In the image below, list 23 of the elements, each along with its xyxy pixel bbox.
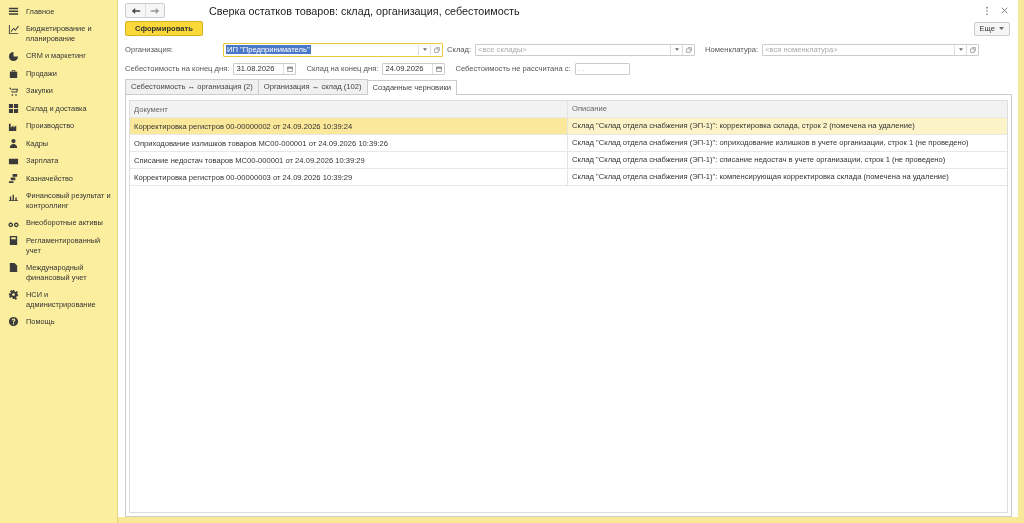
pie-chart-icon (8, 50, 19, 62)
more-options-icon[interactable] (985, 5, 989, 16)
dropdown-icon[interactable] (674, 48, 679, 51)
window-title: Сверка остатков товаров: склад, организация, себестоимость (209, 4, 521, 17)
cart-icon (8, 85, 19, 97)
open-window-icon[interactable] (969, 46, 976, 53)
calendar-icon[interactable] (286, 65, 293, 72)
document-icon (8, 262, 19, 273)
calendar-icon[interactable] (435, 65, 442, 72)
menu-icon (8, 6, 19, 17)
bag-icon (8, 68, 19, 79)
help-icon (8, 316, 19, 327)
person-icon (8, 138, 19, 149)
caret-icon (999, 27, 1004, 30)
open-window-icon[interactable] (685, 46, 692, 53)
close-icon[interactable] (1001, 7, 1008, 14)
dropdown-icon[interactable] (958, 48, 963, 51)
calculator-icon (8, 235, 19, 246)
dropdown-icon[interactable] (422, 48, 427, 51)
grid-icon (8, 103, 19, 114)
chart-icon (8, 23, 19, 35)
gear-icon (8, 289, 19, 300)
open-window-icon[interactable] (433, 46, 440, 53)
